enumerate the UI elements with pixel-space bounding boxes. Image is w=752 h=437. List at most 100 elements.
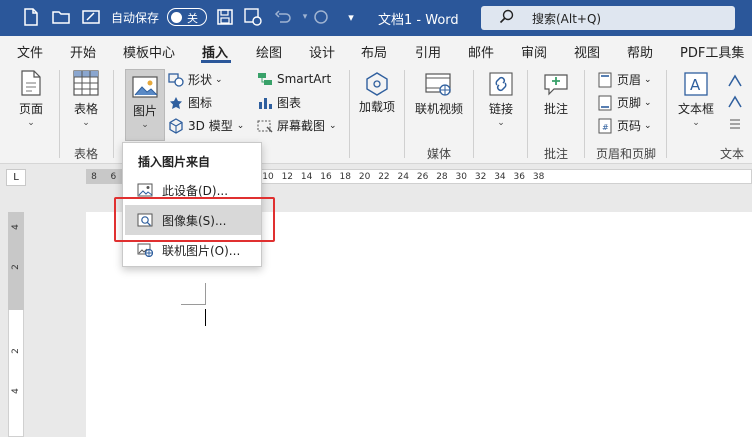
screenshot-button[interactable]: 屏幕截图 ⌄: [256, 117, 337, 134]
group-label-table: 表格: [74, 147, 99, 161]
smartart-button[interactable]: SmartArt: [256, 71, 331, 87]
picture-label: 图片: [132, 104, 157, 118]
active-tab-indicator: [201, 60, 231, 63]
ruler-number: 36: [513, 172, 525, 182]
smartart-label: SmartArt: [277, 72, 332, 86]
page-number-label: 页码: [617, 119, 642, 133]
customize-toolbar-icon[interactable]: ▾: [340, 6, 362, 28]
ruler-number: 18: [339, 172, 352, 182]
tab-draw[interactable]: 绘图: [256, 42, 282, 61]
tab-selector[interactable]: L: [6, 169, 26, 186]
save-icon[interactable]: [214, 6, 236, 28]
addins-label: 加载项: [358, 100, 395, 114]
menu-item-label: 此设备(D)...: [162, 183, 229, 198]
autosave-label: 自动保存: [111, 11, 160, 25]
textbox-button[interactable]: A 文本框 ⌄: [674, 71, 718, 128]
open-folder-icon[interactable]: [50, 6, 72, 28]
comment-icon: [544, 74, 568, 96]
cube-icon: [167, 117, 185, 134]
tab-home[interactable]: 开始: [70, 42, 96, 61]
pages-label: 页面: [18, 102, 43, 116]
tab-review[interactable]: 审阅: [521, 42, 547, 61]
ruler-number: 24: [397, 172, 409, 182]
chevron-down-icon: ⌄: [82, 118, 90, 128]
horizontal-ruler: L 86422468101214161820222426283032343638: [0, 165, 752, 187]
search-placeholder: 搜索(Alt+Q): [532, 12, 602, 26]
new-document-icon[interactable]: [20, 6, 42, 28]
dropcap-button[interactable]: [726, 116, 747, 132]
group-divider: [584, 70, 585, 158]
video-icon: [425, 73, 451, 96]
edit-icon[interactable]: [80, 6, 102, 28]
chart-icon: [256, 95, 274, 111]
vruler-number: 4: [10, 224, 21, 230]
tab-view[interactable]: 视图: [574, 42, 600, 61]
vruler-number: 2: [10, 348, 21, 354]
tab-file[interactable]: 文件: [17, 42, 43, 61]
group-divider: [404, 70, 405, 158]
ruler-number: 16: [320, 172, 332, 182]
vruler-number: 2: [10, 264, 21, 270]
chevron-down-icon: ⌄: [236, 120, 245, 131]
tab-help[interactable]: 帮助: [627, 42, 653, 61]
svg-text:A: A: [690, 76, 701, 94]
menu-header: 插入图片来自: [138, 155, 211, 169]
icons-button[interactable]: 图标: [167, 94, 212, 111]
pages-button[interactable]: 页面 ⌄: [11, 69, 51, 128]
group-divider: [473, 70, 474, 158]
link-icon: [489, 72, 513, 96]
footer-button[interactable]: 页脚 ⌄: [596, 94, 652, 111]
picture-button[interactable]: 图片 ⌄: [125, 75, 165, 130]
wordart-button[interactable]: [726, 94, 747, 110]
tab-pdf-tools[interactable]: PDF工具集: [680, 42, 744, 61]
svg-text:#: #: [602, 123, 609, 132]
group-divider: [527, 70, 528, 158]
tab-references[interactable]: 引用: [415, 42, 441, 61]
quick-parts-button[interactable]: [726, 73, 747, 89]
chevron-down-icon: ⌄: [329, 120, 337, 131]
tab-insert[interactable]: 插入: [202, 42, 228, 61]
ruler-number: 34: [494, 172, 506, 182]
ruler-number: 14: [300, 172, 313, 182]
page-number-button[interactable]: # 页码 ⌄: [596, 117, 652, 134]
ruler-number: 32: [474, 172, 487, 182]
margin-crop-mark: [205, 283, 206, 305]
ruler-number: 26: [416, 172, 429, 182]
annotation-highlight-box: [114, 197, 275, 242]
3d-models-button[interactable]: 3D 模型 ⌄: [167, 117, 244, 134]
comment-button[interactable]: 批注: [536, 71, 576, 117]
chevron-down-icon: ⌄: [644, 74, 652, 85]
footer-icon: [596, 95, 614, 111]
addins-icon: [366, 72, 388, 96]
link-button[interactable]: 链接 ⌄: [481, 71, 521, 128]
save-as-icon[interactable]: [242, 6, 264, 28]
table-button[interactable]: 表格 ⌄: [65, 69, 107, 128]
ruler-number: 10: [262, 172, 274, 182]
addins-button[interactable]: 加载项: [357, 71, 397, 114]
ruler-number: 12: [281, 172, 294, 182]
tab-layout[interactable]: 布局: [361, 42, 387, 61]
online-video-button[interactable]: 联机视频: [413, 71, 465, 117]
chevron-down-icon: ⌄: [644, 120, 652, 131]
chevron-down-icon: ⌄: [141, 120, 149, 130]
chevron-down-icon: ⌄: [644, 97, 652, 108]
redo-icon[interactable]: [310, 6, 332, 28]
device-image-icon: [137, 183, 155, 197]
link-label: 链接: [488, 102, 513, 116]
tab-design[interactable]: 设计: [309, 42, 335, 61]
comment-label: 批注: [543, 102, 568, 116]
ruler-number: 22: [378, 172, 390, 182]
header-button[interactable]: 页眉 ⌄: [596, 71, 652, 88]
autosave-toggle[interactable]: 关: [167, 8, 207, 26]
search-box[interactable]: 搜索(Alt+Q): [481, 6, 735, 30]
screenshot-label: 屏幕截图: [277, 119, 326, 133]
tab-templates[interactable]: 模板中心: [123, 42, 175, 61]
undo-icon[interactable]: [272, 6, 294, 28]
icons-label: 图标: [188, 96, 213, 110]
tab-mailings[interactable]: 邮件: [468, 42, 494, 61]
page-icon: [21, 70, 41, 96]
picture-icon: [132, 76, 158, 98]
group-divider: [113, 70, 114, 158]
chart-button[interactable]: 图表: [256, 94, 301, 111]
shapes-button[interactable]: 形状 ⌄: [167, 71, 223, 88]
